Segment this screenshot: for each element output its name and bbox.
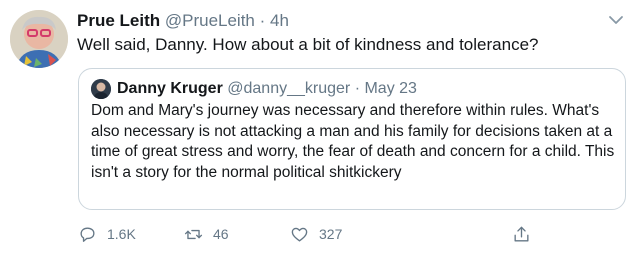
retweet-count: 46 [213,226,229,242]
tweet-card[interactable]: Prue Leith @PrueLeith · 4h Well said, Da… [0,0,640,257]
quoted-avatar-image [91,79,111,99]
tweet-header: Prue Leith @PrueLeith · 4h [77,10,289,32]
header-separator: · [259,11,266,30]
quoted-separator: · [354,80,361,97]
quoted-avatar [91,79,111,99]
quoted-header: Danny Kruger @danny__kruger · May 23 [117,78,417,100]
author-handle[interactable]: @PrueLeith [165,11,255,30]
avatar-image [10,10,68,68]
like-button[interactable]: 327 [290,220,342,248]
author-name[interactable]: Prue Leith [77,11,160,30]
action-bar: 1.6K 46 327 [78,220,618,248]
reply-button[interactable]: 1.6K [78,220,136,248]
chevron-down-icon[interactable] [608,14,624,26]
like-count: 327 [319,226,343,242]
quoted-tweet[interactable]: Danny Kruger @danny__kruger · May 23 Dom… [78,68,626,210]
heart-icon [291,227,308,242]
reply-icon [80,226,95,242]
quoted-author-handle: @danny__kruger [227,80,351,97]
avatar[interactable] [10,10,68,68]
quoted-date: May 23 [364,80,417,97]
tweet-text: Well said, Danny. How about a bit of kin… [77,35,539,54]
share-icon [514,226,529,242]
retweet-button[interactable]: 46 [184,220,229,248]
reply-count: 1.6K [107,226,136,242]
quoted-author-name: Danny Kruger [117,80,223,97]
retweet-icon [184,229,203,239]
quoted-text: Dom and Mary's journey was necessary and… [91,102,615,181]
tweet-time[interactable]: 4h [270,11,289,30]
share-button[interactable] [512,220,541,248]
